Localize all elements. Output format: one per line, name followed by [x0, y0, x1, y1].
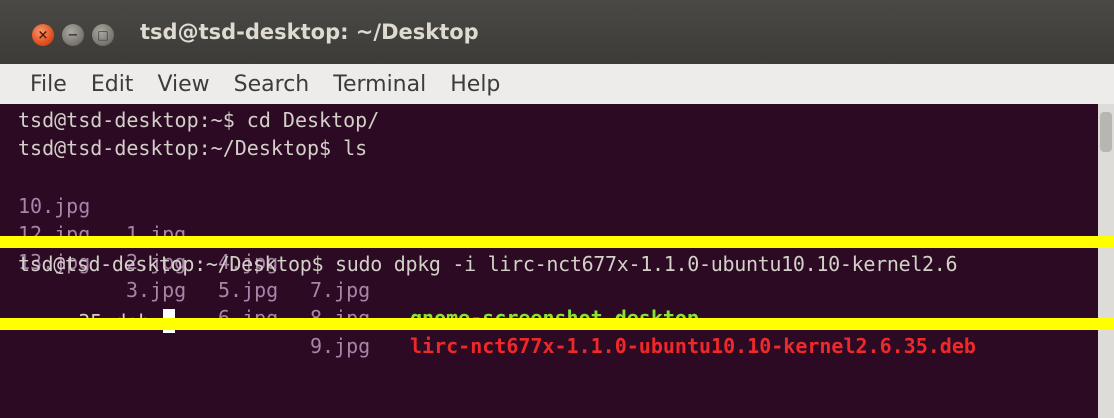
terminal-window: × − □ tsd@tsd-desktop: ~/Desktop File Ed… [0, 0, 1114, 418]
maximize-button[interactable]: □ [92, 24, 114, 46]
menu-terminal[interactable]: Terminal [321, 72, 438, 97]
menu-search[interactable]: Search [222, 72, 322, 97]
file-entry: 5.jpg [218, 278, 279, 302]
window-title: tsd@tsd-desktop: ~/Desktop [140, 20, 479, 44]
highlight-bar-bottom [0, 318, 1114, 330]
menu-edit[interactable]: Edit [79, 72, 146, 97]
minimize-button[interactable]: − [62, 24, 84, 46]
ls-output-row: 10.jpg 1.jpg 4.jpg 7.jpg gnome-screensho… [18, 164, 1098, 330]
terminal-line-cd: tsd@tsd-desktop:~$ cd Desktop/ [18, 108, 380, 132]
scrollbar[interactable] [1098, 104, 1114, 418]
menu-file[interactable]: File [18, 72, 79, 97]
highlight-bar-top [0, 236, 1114, 248]
scrollbar-thumb[interactable] [1100, 112, 1112, 152]
menu-help[interactable]: Help [438, 72, 512, 97]
terminal-line-dpkg: tsd@tsd-desktop:~/Desktop$ sudo dpkg -i … [18, 252, 958, 276]
close-button[interactable]: × [32, 24, 54, 46]
menu-view[interactable]: View [145, 72, 221, 97]
ls-output-row: 12.jpg 2.jpg 5.jpg 8.jpg lirc-nct677x-1.… [18, 192, 1098, 358]
terminal-line-dpkg-cont: .35.deb [18, 280, 175, 334]
terminal-line-ls: tsd@tsd-desktop:~/Desktop$ ls [18, 136, 368, 160]
menu-bar: File Edit View Search Terminal Help [0, 64, 1114, 104]
file-entry: 7.jpg [310, 278, 371, 302]
file-entry: lirc-nct677x-1.1.0-ubuntu10.10-kernel2.6… [410, 334, 976, 358]
title-bar[interactable]: × − □ tsd@tsd-desktop: ~/Desktop [0, 0, 1114, 64]
file-entry: 9.jpg [310, 334, 371, 358]
